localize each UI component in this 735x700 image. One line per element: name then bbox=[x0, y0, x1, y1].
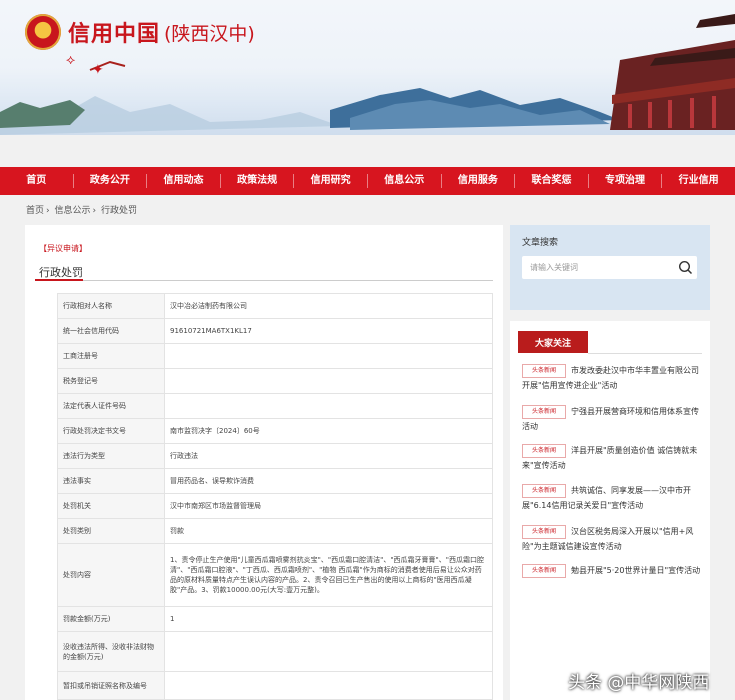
news-badge: 头条新闻 bbox=[522, 404, 566, 419]
row-label: 处罚内容 bbox=[57, 543, 165, 607]
news-badge: 头条新闻 bbox=[522, 483, 566, 498]
nav-item[interactable]: 信息公示 bbox=[368, 174, 442, 188]
nav-item[interactable]: 首页 bbox=[0, 174, 74, 188]
row-value bbox=[164, 393, 493, 419]
nav-item[interactable]: 信用动态 bbox=[147, 174, 221, 188]
table-row: 处罚类别 罚款 bbox=[57, 518, 493, 544]
table-row: 工商注册号 bbox=[57, 343, 493, 369]
table-row: 违法事实 冒用药品名、误导欺诈消费 bbox=[57, 468, 493, 494]
breadcrumb-info[interactable]: 信息公示 bbox=[55, 206, 91, 216]
chevron-right-icon: › bbox=[46, 206, 50, 216]
table-row: 法定代表人证件号码 bbox=[57, 393, 493, 419]
row-value: 汉中市南郑区市场监督管理局 bbox=[164, 493, 493, 519]
row-value: 冒用药品名、误导欺诈消费 bbox=[164, 468, 493, 494]
row-value: 行政违法 bbox=[164, 443, 493, 469]
row-value: 汉中冶必洁制药有限公司 bbox=[164, 293, 493, 319]
row-value bbox=[164, 368, 493, 394]
table-row: 处罚内容 1、责令停止生产使用"儿童西瓜霜喷雾剂抗炎宝"、"西瓜霜口腔清洁"、"西… bbox=[57, 543, 493, 607]
table-row: 税务登记号 bbox=[57, 368, 493, 394]
hot-topic-item[interactable]: 头条新闻 市发改委赴汉中市华丰置业有限公司 开展"信用宣传进企业"活动 bbox=[522, 363, 702, 393]
nav-item[interactable]: 信用研究 bbox=[294, 174, 368, 188]
row-value: 91610721MA6TX1KL17 bbox=[164, 318, 493, 344]
hot-topics-divider bbox=[588, 353, 702, 354]
main-content: 【异议申请】 行政处罚 行政相对人名称 汉中冶必洁制药有限公司 统一社会信用代码 91… bbox=[25, 225, 503, 700]
table-row: 罚款金额(万元) 1 bbox=[57, 606, 493, 632]
news-badge: 头条新闻 bbox=[522, 443, 566, 458]
nav-item[interactable]: 政务公开 bbox=[74, 174, 148, 188]
bird-icon: ⟡ bbox=[66, 52, 76, 68]
row-value: 1、责令停止生产使用"儿童西瓜霜喷雾剂抗炎宝"、"西瓜霜口腔清洁"、"西瓜霜牙膏… bbox=[164, 543, 493, 607]
site-brand: 信用中国 bbox=[68, 22, 161, 47]
table-row: 统一社会信用代码 91610721MA6TX1KL17 bbox=[57, 318, 493, 344]
nav-item[interactable]: 政策法规 bbox=[221, 174, 295, 188]
title-divider bbox=[35, 280, 493, 281]
hot-topics-title: 大家关注 bbox=[518, 331, 588, 353]
table-row: 没收违法所得、没收非法财物的金额(万元) bbox=[57, 631, 493, 672]
penalty-detail-table: 行政相对人名称 汉中冶必洁制药有限公司 统一社会信用代码 91610721MA6TX1… bbox=[57, 293, 493, 700]
row-label: 处罚类别 bbox=[57, 518, 165, 544]
row-label: 处罚机关 bbox=[57, 493, 165, 519]
nav-item[interactable]: 信用服务 bbox=[442, 174, 516, 188]
table-row: 违法行为类型 行政违法 bbox=[57, 443, 493, 469]
watermark: 头条 @中华网陕西 bbox=[568, 673, 710, 693]
hot-topic-text[interactable]: 勉县开展"5·20世界计量日"宣传活动 bbox=[571, 566, 700, 575]
row-label: 罚款金额(万元) bbox=[57, 606, 165, 632]
breadcrumb-home[interactable]: 首页 bbox=[26, 206, 44, 216]
row-value: 1 bbox=[164, 606, 493, 632]
national-emblem-icon bbox=[25, 14, 61, 50]
title-accent bbox=[35, 279, 83, 281]
chevron-right-icon: › bbox=[92, 206, 97, 216]
row-label: 违法行为类型 bbox=[57, 443, 165, 469]
hot-topic-item[interactable]: 头条新闻 勉县开展"5·20世界计量日"宣传活动 bbox=[522, 563, 702, 578]
objection-link[interactable]: 【异议申请】 bbox=[39, 243, 87, 254]
site-region: (陕西汉中) bbox=[164, 23, 255, 45]
hot-topics-panel: 大家关注 头条新闻 市发改委赴汉中市华丰置业有限公司 开展"信用宣传进企业"活动头… bbox=[510, 321, 710, 700]
news-badge: 头条新闻 bbox=[522, 363, 566, 378]
search-panel: 文章搜索 bbox=[510, 225, 710, 310]
row-label: 行政处罚决定书文号 bbox=[57, 418, 165, 444]
row-label: 统一社会信用代码 bbox=[57, 318, 165, 344]
row-label: 税务登记号 bbox=[57, 368, 165, 394]
table-row: 行政处罚决定书文号 南市监罚决字〔2024〕60号 bbox=[57, 418, 493, 444]
row-value bbox=[164, 631, 493, 672]
row-label: 工商注册号 bbox=[57, 343, 165, 369]
table-row: 处罚机关 汉中市南郑区市场监督管理局 bbox=[57, 493, 493, 519]
bird-icon: ✦ bbox=[92, 62, 104, 78]
table-row: 行政相对人名称 汉中冶必洁制药有限公司 bbox=[57, 293, 493, 319]
row-label: 暂扣或吊销证照名称及编号 bbox=[57, 671, 165, 700]
main-nav: 首页 政务公开 信用动态 政策法规 信用研究 信息公示 信用服务 联合奖惩 专项治理 行业信用 bbox=[0, 167, 735, 195]
news-badge: 头条新闻 bbox=[522, 524, 566, 539]
hot-topic-item[interactable]: 头条新闻 洋县开展"质量创造价值 诚信铸就未来"宣传活动 bbox=[522, 443, 702, 473]
row-value bbox=[164, 343, 493, 369]
hot-topic-item[interactable]: 头条新闻 汉台区税务局深入开展以"信用+风险"为主题诚信建设宣传活动 bbox=[522, 524, 702, 554]
breadcrumb-current: 行政处罚 bbox=[101, 206, 138, 216]
search-box bbox=[522, 256, 697, 279]
nav-item[interactable]: 行业信用 bbox=[662, 174, 735, 188]
row-label: 法定代表人证件号码 bbox=[57, 393, 165, 419]
row-label: 没收违法所得、没收非法财物的金额(万元) bbox=[57, 631, 165, 672]
page-title: 行政处罚 bbox=[39, 266, 83, 279]
table-row: 暂扣或吊销证照名称及编号 bbox=[57, 671, 493, 700]
row-value: 南市监罚决字〔2024〕60号 bbox=[164, 418, 493, 444]
nav-item[interactable]: 专项治理 bbox=[589, 174, 663, 188]
row-value bbox=[164, 671, 493, 700]
search-icon[interactable] bbox=[678, 260, 693, 275]
row-label: 违法事实 bbox=[57, 468, 165, 494]
news-badge: 头条新闻 bbox=[522, 563, 566, 578]
hot-topic-item[interactable]: 头条新闻 宁强县开展营商环境和信用体系宣传活动 bbox=[522, 404, 702, 434]
row-value: 罚款 bbox=[164, 518, 493, 544]
header-banner: 信用中国 (陕西汉中) ⟡ ✦ bbox=[0, 0, 735, 135]
hot-topic-item[interactable]: 头条新闻 共筑诚信、同享发展——汉中市开展"6.14信用记录关爱日"宣传活动 bbox=[522, 483, 702, 513]
row-label: 行政相对人名称 bbox=[57, 293, 165, 319]
search-title: 文章搜索 bbox=[522, 238, 559, 248]
nav-item[interactable]: 联合奖惩 bbox=[515, 174, 589, 188]
search-input[interactable] bbox=[530, 261, 670, 273]
breadcrumb: 首页 › 信息公示 › 行政处罚 bbox=[26, 203, 139, 216]
